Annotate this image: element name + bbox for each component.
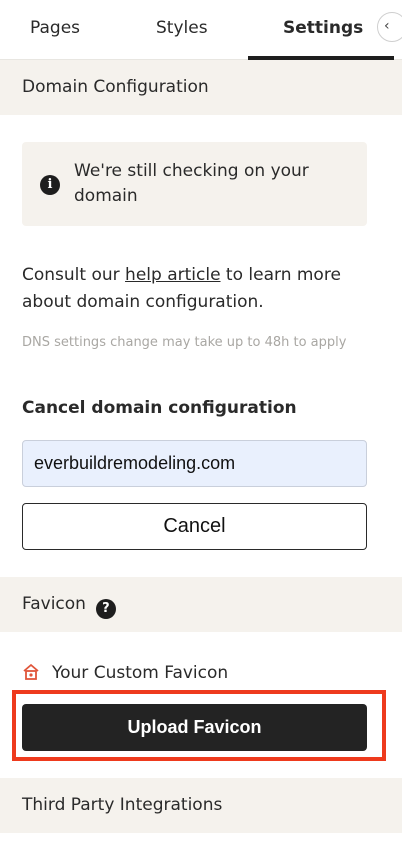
tab-pages[interactable]: Pages [30, 18, 80, 38]
tab-styles[interactable]: Styles [156, 18, 208, 38]
house-icon [22, 663, 40, 681]
favicon-header-label: Favicon [22, 594, 86, 614]
domain-input[interactable] [22, 440, 367, 487]
notice-text: We're still checking on your domain [74, 161, 309, 206]
custom-favicon-label: Your Custom Favicon [52, 663, 229, 683]
collapse-panel-button[interactable]: ‹ [377, 12, 402, 42]
custom-favicon-row: Your Custom Favicon [22, 661, 228, 685]
third-party-integrations-header[interactable]: Third Party Integrations [0, 778, 402, 833]
consult-prefix: Consult our [22, 265, 126, 285]
cancel-button[interactable]: Cancel [22, 503, 367, 550]
help-icon[interactable]: ? [95, 599, 116, 619]
info-icon: i [40, 175, 60, 195]
consult-text: Consult our help article to learn more a… [22, 262, 372, 316]
domain-configuration-header[interactable]: Domain Configuration [0, 60, 402, 115]
dns-note: DNS settings change may take up to 48h t… [22, 335, 347, 350]
help-article-link[interactable]: help article [125, 265, 220, 285]
favicon-header[interactable]: Favicon? [0, 577, 402, 632]
tab-settings[interactable]: Settings [283, 18, 363, 38]
domain-status-notice: i We're still checking on your domain [22, 142, 367, 226]
chevron-left-icon: ‹ [384, 18, 390, 34]
tab-bar: Pages Styles Settings ‹ [0, 0, 402, 60]
upload-favicon-button[interactable]: Upload Favicon [22, 704, 367, 751]
cancel-domain-heading: Cancel domain configuration [22, 398, 297, 418]
